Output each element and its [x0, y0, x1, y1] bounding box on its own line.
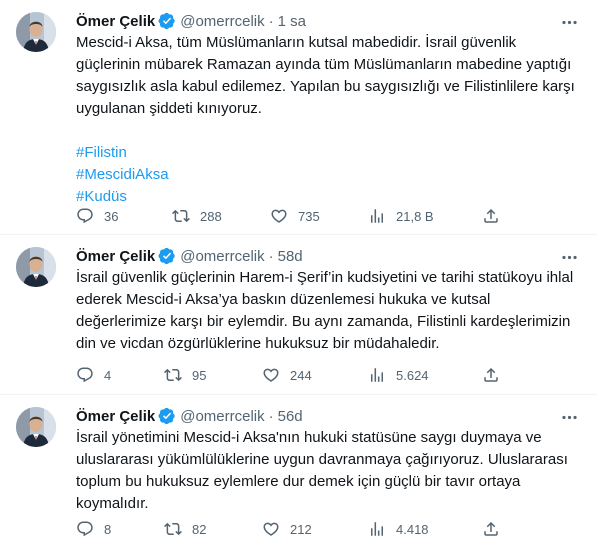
- author-name[interactable]: Ömer Çelik: [76, 13, 155, 30]
- share-button[interactable]: [482, 365, 500, 385]
- views-icon: [368, 366, 386, 384]
- author-name[interactable]: Ömer Çelik: [76, 408, 155, 425]
- author-handle[interactable]: @omerrcelik: [180, 248, 264, 265]
- share-icon: [482, 520, 500, 538]
- avatar[interactable]: [16, 12, 56, 52]
- like-count: 735: [298, 208, 320, 224]
- tweet-paragraph: Mescid-i Aksa, tüm Müslümanların kutsal …: [76, 34, 575, 117]
- avatar-image: [16, 247, 56, 287]
- timestamp[interactable]: 56d: [278, 408, 303, 425]
- avatar-image: [16, 12, 56, 52]
- retweet-button[interactable]: 288: [172, 206, 222, 226]
- verified-badge-icon: [158, 247, 176, 265]
- timestamp[interactable]: 1 sa: [278, 13, 306, 30]
- views-button[interactable]: 4.418: [368, 519, 429, 539]
- share-button[interactable]: [482, 519, 500, 539]
- author-handle[interactable]: @omerrcelik: [180, 408, 264, 425]
- author-handle[interactable]: @omerrcelik: [180, 13, 264, 30]
- more-icon[interactable]: [559, 12, 579, 32]
- verified-badge-icon: [158, 407, 176, 425]
- tweet-actions: 4 95 244 5.624: [76, 365, 516, 385]
- avatar[interactable]: [16, 407, 56, 447]
- like-count: 244: [290, 367, 312, 383]
- reply-icon: [76, 366, 94, 384]
- reply-count: 8: [104, 521, 112, 537]
- tweet-text: Mescid-i Aksa, tüm Müslümanların kutsal …: [76, 32, 581, 208]
- avatar-image: [16, 407, 56, 447]
- retweet-count: 288: [200, 208, 222, 224]
- views-icon: [368, 520, 386, 538]
- tweet-3[interactable]: Ömer Çelik @omerrcelik · 56d İsrail yöne…: [0, 395, 597, 550]
- views-count: 4.418: [396, 521, 429, 537]
- reply-button[interactable]: 4: [76, 365, 111, 385]
- tweet-header: Ömer Çelik @omerrcelik · 58d: [76, 246, 557, 266]
- avatar[interactable]: [16, 247, 56, 287]
- share-icon: [482, 207, 500, 225]
- like-button[interactable]: 735: [270, 206, 320, 226]
- retweet-icon: [164, 366, 182, 384]
- tweet-paragraph: İsrail güvenlik güçlerinin Harem-i Şerif…: [76, 269, 574, 352]
- like-button[interactable]: 244: [262, 365, 312, 385]
- tweet-actions: 8 82 212 4.418: [76, 519, 516, 539]
- hashtag-link[interactable]: #Kudüs: [76, 186, 581, 208]
- views-button[interactable]: 5.624: [368, 365, 429, 385]
- retweet-button[interactable]: 95: [164, 365, 206, 385]
- retweet-icon: [172, 207, 190, 225]
- tweet-header: Ömer Çelik @omerrcelik · 1 sa: [76, 11, 557, 31]
- like-icon: [270, 207, 288, 225]
- more-icon[interactable]: [559, 247, 579, 267]
- hashtag-link[interactable]: #Filistin: [76, 142, 581, 164]
- tweet-paragraph: İsrail yönetimini Mescid-i Aksa'nın huku…: [76, 429, 568, 512]
- author-name[interactable]: Ömer Çelik: [76, 248, 155, 265]
- reply-button[interactable]: 8: [76, 519, 111, 539]
- views-count: 21,8 B: [396, 208, 434, 224]
- views-icon: [368, 207, 386, 225]
- tweet-1[interactable]: Ömer Çelik @omerrcelik · 1 sa Mescid-i A…: [0, 0, 597, 235]
- timestamp[interactable]: 58d: [278, 248, 303, 265]
- reply-count: 4: [104, 367, 112, 383]
- views-count: 5.624: [396, 367, 429, 383]
- retweet-button[interactable]: 82: [164, 519, 206, 539]
- reply-icon: [76, 520, 94, 538]
- like-icon: [262, 520, 280, 538]
- separator-dot: ·: [268, 12, 274, 30]
- tweet-text: İsrail yönetimini Mescid-i Aksa'nın huku…: [76, 427, 581, 515]
- views-button[interactable]: 21,8 B: [368, 206, 434, 226]
- tweet-actions: 36 288 735 21,8 B: [76, 206, 516, 226]
- more-icon[interactable]: [559, 407, 579, 427]
- retweet-count: 82: [192, 521, 207, 537]
- separator-dot: ·: [268, 407, 274, 425]
- retweet-icon: [164, 520, 182, 538]
- hashtag-link[interactable]: #MescidiAksa: [76, 164, 581, 186]
- verified-badge-icon: [158, 12, 176, 30]
- reply-icon: [76, 207, 94, 225]
- like-button[interactable]: 212: [262, 519, 312, 539]
- like-icon: [262, 366, 280, 384]
- hashtag-list: #Filistin #MescidiAksa #Kudüs: [76, 142, 581, 208]
- reply-count: 36: [104, 208, 119, 224]
- reply-button[interactable]: 36: [76, 206, 118, 226]
- tweet-2[interactable]: Ömer Çelik @omerrcelik · 58d İsrail güve…: [0, 235, 597, 395]
- share-icon: [482, 366, 500, 384]
- tweet-text: İsrail güvenlik güçlerinin Harem-i Şerif…: [76, 267, 581, 355]
- share-button[interactable]: [482, 206, 500, 226]
- like-count: 212: [290, 521, 312, 537]
- tweet-header: Ömer Çelik @omerrcelik · 56d: [76, 406, 557, 426]
- retweet-count: 95: [192, 367, 207, 383]
- separator-dot: ·: [268, 247, 274, 265]
